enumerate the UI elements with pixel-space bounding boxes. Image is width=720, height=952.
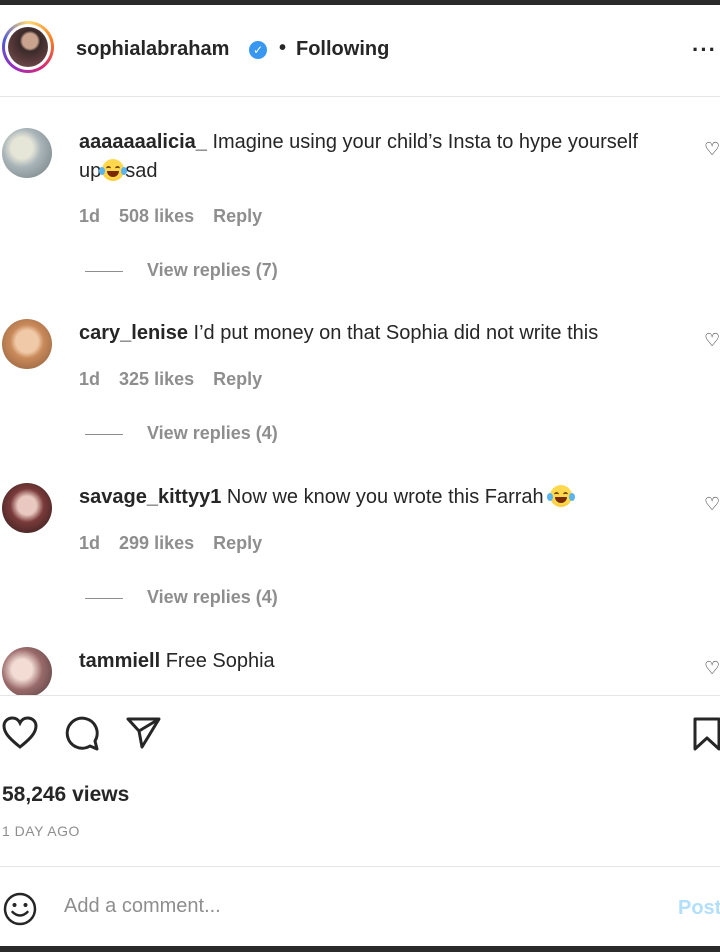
like-comment-heart-icon[interactable]: ♡ (704, 658, 720, 679)
joy-emoji-icon (547, 485, 576, 507)
like-comment-heart-icon[interactable]: ♡ (704, 330, 720, 351)
view-replies-label[interactable]: View replies (7) (147, 260, 278, 280)
view-replies-label[interactable]: View replies (4) (147, 587, 278, 607)
replies-divider (85, 433, 123, 435)
commenter-avatar[interactable] (2, 483, 52, 533)
joy-emoji-icon (99, 159, 128, 181)
post-button[interactable]: Post (678, 897, 720, 920)
view-replies-button[interactable]: View replies (7) (85, 260, 278, 281)
bookmark-icon[interactable] (692, 716, 720, 752)
view-replies-button[interactable]: View replies (4) (85, 423, 278, 444)
emoji-icon[interactable] (2, 891, 38, 927)
post-header: sophialabraham ✓ • Following ··· (0, 5, 720, 97)
header-username[interactable]: sophialabraham (76, 38, 229, 61)
post-timestamp: 1 DAY AGO (2, 823, 80, 839)
comment-text: savage_kittyy1 Now we know you wrote thi… (79, 483, 639, 512)
reply-button[interactable]: Reply (213, 369, 262, 389)
view-replies-button[interactable]: View replies (4) (85, 587, 278, 608)
comment-meta: 1d 299 likes Reply (79, 533, 276, 554)
like-comment-heart-icon[interactable]: ♡ (704, 139, 720, 160)
comment-body: I’d put money on that Sophia did not wri… (193, 322, 599, 344)
commenter-avatar[interactable] (2, 647, 52, 695)
comment-meta: 1d 325 likes Reply (79, 369, 276, 390)
replies-divider (85, 597, 123, 599)
view-count[interactable]: 58,246 views (2, 783, 129, 807)
comment-text: tammiell Free Sophia (79, 647, 639, 676)
view-replies-label[interactable]: View replies (4) (147, 423, 278, 443)
commenter-avatar[interactable] (2, 128, 52, 178)
comment-text: aaaaaaalicia_ Imagine using your child’s… (79, 128, 639, 186)
comment-meta: 1d 508 likes Reply (79, 206, 276, 227)
verified-badge-icon: ✓ (249, 41, 267, 59)
comment-input[interactable] (64, 895, 624, 918)
comment-username[interactable]: savage_kittyy1 (79, 486, 221, 508)
comment-likes[interactable]: 508 likes (119, 206, 194, 226)
post-actions: 58,246 views 1 DAY AGO (0, 695, 720, 865)
more-options-icon[interactable]: ··· (692, 37, 717, 63)
profile-avatar[interactable] (2, 21, 54, 73)
following-button[interactable]: Following (296, 38, 389, 61)
comment-time: 1d (79, 533, 101, 553)
replies-divider (85, 270, 123, 272)
comment-username[interactable]: tammiell (79, 650, 160, 672)
comment-username[interactable]: cary_lenise (79, 322, 188, 344)
bottom-border (0, 946, 720, 952)
reply-button[interactable]: Reply (213, 533, 262, 553)
comments-list[interactable]: aaaaaaalicia_ Imagine using your child’s… (0, 97, 720, 695)
comment-time: 1d (79, 206, 101, 226)
heart-icon[interactable] (2, 716, 38, 750)
comment-body: Free Sophia (165, 650, 275, 672)
comment-icon[interactable] (64, 716, 100, 752)
comment-body-end: sad (125, 160, 158, 182)
like-comment-heart-icon[interactable]: ♡ (704, 494, 720, 515)
comment-body: Now we know you wrote this Farrah (226, 486, 544, 508)
header-separator: • (279, 37, 287, 59)
comment-time: 1d (79, 369, 101, 389)
comment-text: cary_lenise I’d put money on that Sophia… (79, 319, 639, 348)
add-comment-bar: Post (0, 866, 720, 946)
reply-button[interactable]: Reply (213, 206, 262, 226)
comment-likes[interactable]: 325 likes (119, 369, 194, 389)
commenter-avatar[interactable] (2, 319, 52, 369)
comment-likes[interactable]: 299 likes (119, 533, 194, 553)
share-icon[interactable] (126, 716, 162, 750)
comment-username[interactable]: aaaaaaalicia_ (79, 131, 207, 153)
